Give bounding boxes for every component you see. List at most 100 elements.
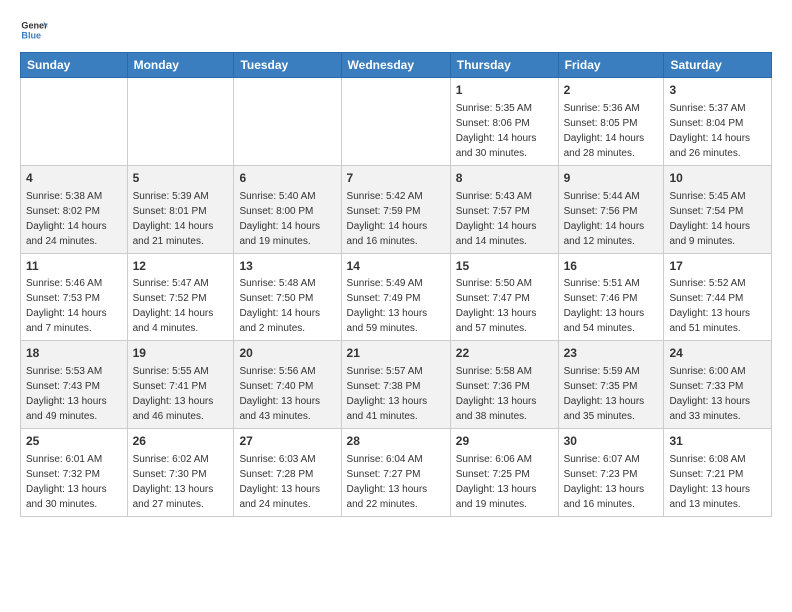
calendar-cell: 25 Sunrise: 6:01 AM Sunset: 7:32 PM Dayli… [21, 429, 128, 517]
day-info: Sunrise: 5:56 AM Sunset: 7:40 PM Dayligh… [239, 364, 335, 424]
day-info: Sunrise: 6:06 AM Sunset: 7:25 PM Dayligh… [456, 452, 553, 512]
day-number: 15 [456, 258, 553, 275]
week-row-4: 18 Sunrise: 5:53 AM Sunset: 7:43 PM Dayli… [21, 341, 772, 429]
calendar-cell: 1Sunrise: 5:35 AM Sunset: 8:06 PM Daylig… [450, 78, 558, 166]
day-info: Sunrise: 5:49 AM Sunset: 7:49 PM Dayligh… [347, 276, 445, 336]
day-info: Sunrise: 6:03 AM Sunset: 7:28 PM Dayligh… [239, 452, 335, 512]
day-info: Sunrise: 5:52 AM Sunset: 7:44 PM Dayligh… [669, 276, 766, 336]
day-number: 29 [456, 433, 553, 450]
day-info: Sunrise: 5:58 AM Sunset: 7:36 PM Dayligh… [456, 364, 553, 424]
column-header-monday: Monday [127, 53, 234, 78]
day-number: 20 [239, 345, 335, 362]
day-info: Sunrise: 5:39 AM Sunset: 8:01 PM Dayligh… [133, 189, 229, 249]
day-number: 18 [26, 345, 122, 362]
calendar-cell: 10 Sunrise: 5:45 AM Sunset: 7:54 PM Dayli… [664, 165, 772, 253]
calendar-cell: 3 Sunrise: 5:37 AM Sunset: 8:04 PM Daylig… [664, 78, 772, 166]
day-info: Sunrise: 5:37 AM Sunset: 8:04 PM Dayligh… [669, 101, 766, 161]
day-info: Sunrise: 6:01 AM Sunset: 7:32 PM Dayligh… [26, 452, 122, 512]
day-number: 5 [133, 170, 229, 187]
day-info: Sunrise: 5:45 AM Sunset: 7:54 PM Dayligh… [669, 189, 766, 249]
day-info: Sunrise: 5:44 AM Sunset: 7:56 PM Dayligh… [564, 189, 659, 249]
day-info: Sunrise: 5:55 AM Sunset: 7:41 PM Dayligh… [133, 364, 229, 424]
header: General Blue [20, 16, 772, 44]
calendar-cell: 22 Sunrise: 5:58 AM Sunset: 7:36 PM Dayli… [450, 341, 558, 429]
day-number: 31 [669, 433, 766, 450]
calendar-cell [234, 78, 341, 166]
day-info: Sunrise: 6:02 AM Sunset: 7:30 PM Dayligh… [133, 452, 229, 512]
day-info: Sunrise: 5:46 AM Sunset: 7:53 PM Dayligh… [26, 276, 122, 336]
day-info: Sunrise: 5:38 AM Sunset: 8:02 PM Dayligh… [26, 189, 122, 249]
calendar-cell: 28 Sunrise: 6:04 AM Sunset: 7:27 PM Dayli… [341, 429, 450, 517]
column-header-wednesday: Wednesday [341, 53, 450, 78]
calendar-cell: 5 Sunrise: 5:39 AM Sunset: 8:01 PM Daylig… [127, 165, 234, 253]
calendar-cell: 17Sunrise: 5:52 AM Sunset: 7:44 PM Dayli… [664, 253, 772, 341]
calendar-cell: 14Sunrise: 5:49 AM Sunset: 7:49 PM Dayli… [341, 253, 450, 341]
day-info: Sunrise: 5:42 AM Sunset: 7:59 PM Dayligh… [347, 189, 445, 249]
logo-icon: General Blue [20, 16, 48, 44]
day-number: 30 [564, 433, 659, 450]
day-number: 19 [133, 345, 229, 362]
column-header-thursday: Thursday [450, 53, 558, 78]
week-row-3: 11Sunrise: 5:46 AM Sunset: 7:53 PM Dayli… [21, 253, 772, 341]
calendar-cell: 20 Sunrise: 5:56 AM Sunset: 7:40 PM Dayli… [234, 341, 341, 429]
day-number: 26 [133, 433, 229, 450]
day-info: Sunrise: 5:53 AM Sunset: 7:43 PM Dayligh… [26, 364, 122, 424]
day-number: 9 [564, 170, 659, 187]
calendar-cell: 16Sunrise: 5:51 AM Sunset: 7:46 PM Dayli… [558, 253, 664, 341]
calendar-cell [127, 78, 234, 166]
day-number: 1 [456, 82, 553, 99]
calendar-cell: 23 Sunrise: 5:59 AM Sunset: 7:35 PM Dayli… [558, 341, 664, 429]
calendar-cell: 9 Sunrise: 5:44 AM Sunset: 7:56 PM Daylig… [558, 165, 664, 253]
logo: General Blue [20, 16, 52, 44]
calendar-cell: 15Sunrise: 5:50 AM Sunset: 7:47 PM Dayli… [450, 253, 558, 341]
week-row-1: 1Sunrise: 5:35 AM Sunset: 8:06 PM Daylig… [21, 78, 772, 166]
day-number: 2 [564, 82, 659, 99]
calendar-cell: 6Sunrise: 5:40 AM Sunset: 8:00 PM Daylig… [234, 165, 341, 253]
calendar-cell: 19 Sunrise: 5:55 AM Sunset: 7:41 PM Dayli… [127, 341, 234, 429]
calendar-cell: 24Sunrise: 6:00 AM Sunset: 7:33 PM Dayli… [664, 341, 772, 429]
day-number: 23 [564, 345, 659, 362]
day-number: 7 [347, 170, 445, 187]
calendar-cell: 12Sunrise: 5:47 AM Sunset: 7:52 PM Dayli… [127, 253, 234, 341]
column-header-tuesday: Tuesday [234, 53, 341, 78]
day-number: 3 [669, 82, 766, 99]
svg-text:Blue: Blue [21, 30, 41, 40]
calendar-cell: 29 Sunrise: 6:06 AM Sunset: 7:25 PM Dayli… [450, 429, 558, 517]
calendar-cell: 13Sunrise: 5:48 AM Sunset: 7:50 PM Dayli… [234, 253, 341, 341]
day-number: 22 [456, 345, 553, 362]
day-number: 27 [239, 433, 335, 450]
calendar-table: SundayMondayTuesdayWednesdayThursdayFrid… [20, 52, 772, 517]
calendar-cell: 11Sunrise: 5:46 AM Sunset: 7:53 PM Dayli… [21, 253, 128, 341]
day-number: 8 [456, 170, 553, 187]
day-info: Sunrise: 5:51 AM Sunset: 7:46 PM Dayligh… [564, 276, 659, 336]
day-number: 10 [669, 170, 766, 187]
day-number: 28 [347, 433, 445, 450]
day-number: 13 [239, 258, 335, 275]
column-header-saturday: Saturday [664, 53, 772, 78]
day-number: 6 [239, 170, 335, 187]
calendar-cell [341, 78, 450, 166]
day-number: 21 [347, 345, 445, 362]
day-info: Sunrise: 5:57 AM Sunset: 7:38 PM Dayligh… [347, 364, 445, 424]
day-info: Sunrise: 5:59 AM Sunset: 7:35 PM Dayligh… [564, 364, 659, 424]
calendar-cell: 7 Sunrise: 5:42 AM Sunset: 7:59 PM Daylig… [341, 165, 450, 253]
calendar-cell: 31 Sunrise: 6:08 AM Sunset: 7:21 PM Dayli… [664, 429, 772, 517]
day-info: Sunrise: 6:04 AM Sunset: 7:27 PM Dayligh… [347, 452, 445, 512]
day-number: 25 [26, 433, 122, 450]
column-header-friday: Friday [558, 53, 664, 78]
day-info: Sunrise: 5:50 AM Sunset: 7:47 PM Dayligh… [456, 276, 553, 336]
day-number: 16 [564, 258, 659, 275]
week-row-2: 4 Sunrise: 5:38 AM Sunset: 8:02 PM Daylig… [21, 165, 772, 253]
calendar-cell: 4 Sunrise: 5:38 AM Sunset: 8:02 PM Daylig… [21, 165, 128, 253]
calendar-cell: 26 Sunrise: 6:02 AM Sunset: 7:30 PM Dayli… [127, 429, 234, 517]
week-row-5: 25 Sunrise: 6:01 AM Sunset: 7:32 PM Dayli… [21, 429, 772, 517]
day-info: Sunrise: 6:00 AM Sunset: 7:33 PM Dayligh… [669, 364, 766, 424]
day-info: Sunrise: 5:47 AM Sunset: 7:52 PM Dayligh… [133, 276, 229, 336]
calendar-cell: 30Sunrise: 6:07 AM Sunset: 7:23 PM Dayli… [558, 429, 664, 517]
day-info: Sunrise: 6:08 AM Sunset: 7:21 PM Dayligh… [669, 452, 766, 512]
day-number: 4 [26, 170, 122, 187]
calendar-cell: 27 Sunrise: 6:03 AM Sunset: 7:28 PM Dayli… [234, 429, 341, 517]
day-number: 17 [669, 258, 766, 275]
day-info: Sunrise: 5:48 AM Sunset: 7:50 PM Dayligh… [239, 276, 335, 336]
day-number: 11 [26, 258, 122, 275]
